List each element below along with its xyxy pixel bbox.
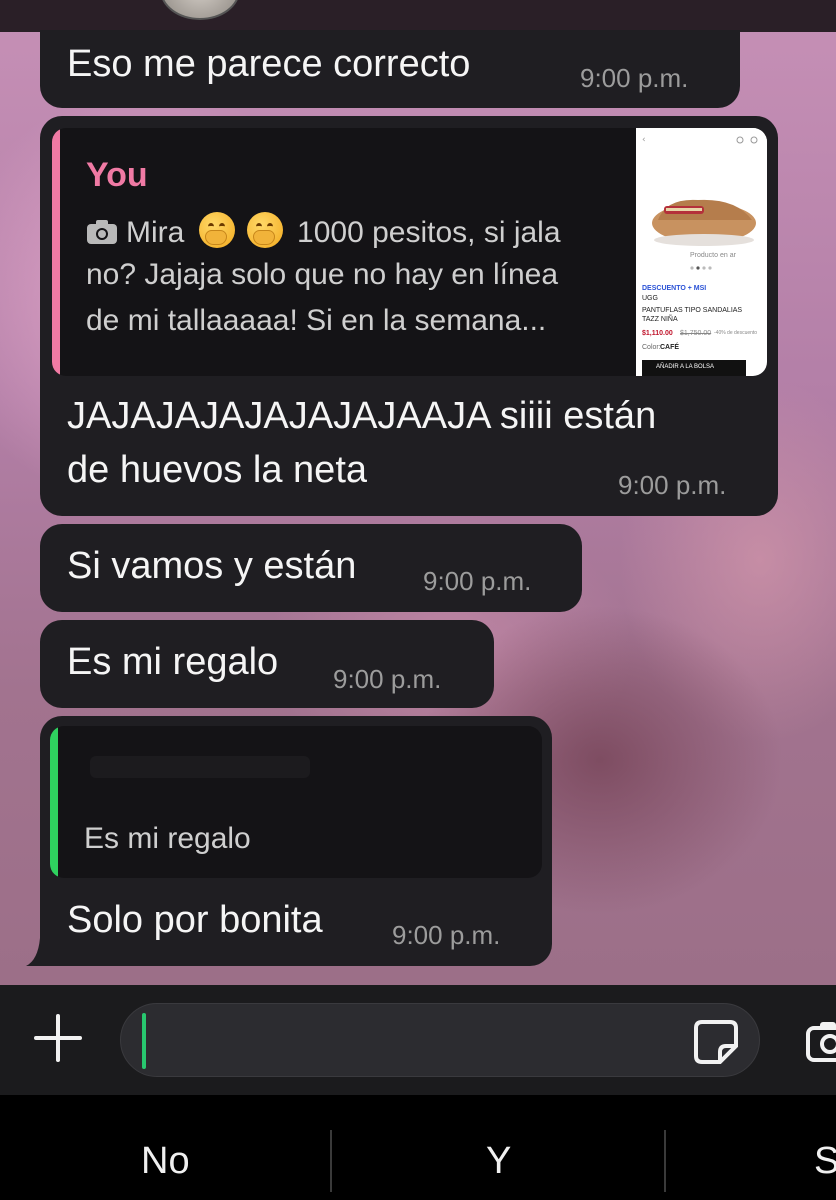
- suggestion-divider: [664, 1130, 666, 1192]
- product-badge: DESCUENTO + MSI: [642, 285, 707, 292]
- message-bubble[interactable]: Eso me parece correcto 9:00 p.m.: [40, 30, 740, 108]
- message-bubble[interactable]: Es mi regalo Solo por bonita 9:00 p.m.: [40, 716, 552, 966]
- text-cursor: [142, 1013, 146, 1069]
- message-bubble[interactable]: You Mira 1000 pesitos, si jala no? Jajaj…: [40, 116, 778, 516]
- message-timestamp: 9:00 p.m.: [580, 63, 689, 93]
- plus-icon[interactable]: [30, 1010, 86, 1066]
- suggestion-s[interactable]: S: [814, 1140, 836, 1183]
- hand-over-mouth-emoji: [246, 212, 283, 248]
- message-text: Solo por bonita: [67, 899, 323, 941]
- message-bubble[interactable]: Es mi regalo 9:00 p.m.: [40, 620, 494, 708]
- product-color-label: Color:: [642, 344, 661, 351]
- add-to-bag-label: AÑADIR A LA BOLSA: [656, 364, 715, 370]
- message-text: Es mi regalo: [67, 641, 279, 683]
- keyboard-suggestion-bar: [0, 1095, 836, 1200]
- message-text: Si vamos y están: [67, 545, 357, 587]
- product-old-price: $1,750.00: [680, 330, 712, 337]
- product-discount: -40% de descuento: [714, 330, 758, 336]
- hand-over-mouth-emoji: [198, 212, 235, 248]
- svg-text:‹: ‹: [642, 135, 646, 145]
- message-bubble[interactable]: Si vamos y están 9:00 p.m.: [40, 524, 582, 612]
- quote-text: de mi tallaaaaa! Si en la semana...: [86, 304, 547, 337]
- product-color: CAFÉ: [660, 344, 680, 351]
- quote-text: 1000 pesitos, si jala: [297, 216, 561, 249]
- sticker-icon[interactable]: [692, 1018, 740, 1066]
- camera-icon: [86, 219, 118, 253]
- quote-text: Mira: [126, 216, 185, 249]
- message-timestamp: 9:00 p.m.: [333, 664, 442, 694]
- quote-accent-bar: [50, 726, 58, 878]
- quote-line: Mira 1000 pesitos, si jala: [86, 212, 561, 253]
- quote-accent-bar: [52, 128, 60, 376]
- product-thumbnail[interactable]: ‹ Producto en ar DESCUENTO + MSI UGG PAN…: [636, 128, 767, 376]
- product-label: Producto en ar: [690, 252, 736, 259]
- message-timestamp: 9:00 p.m.: [423, 566, 532, 596]
- redacted-author: [90, 756, 310, 778]
- quoted-message[interactable]: You Mira 1000 pesitos, si jala no? Jajaj…: [52, 128, 767, 376]
- suggestion-y[interactable]: Y: [486, 1140, 511, 1183]
- message-timestamp: 9:00 p.m.: [392, 920, 501, 950]
- message-text: Eso me parece correcto: [67, 43, 471, 85]
- product-brand: UGG: [642, 295, 658, 302]
- quote-text: Es mi regalo: [84, 822, 251, 855]
- add-to-bag-button[interactable]: AÑADIR A LA BOLSA: [642, 360, 746, 376]
- message-text: JAJAJAJAJAJAJAJAAJA siiii están: [67, 395, 657, 437]
- product-title: PANTUFLAS TIPO SANDALIAS TAZZ NIÑA: [642, 307, 743, 323]
- chat-header: [0, 0, 836, 32]
- suggestion-no[interactable]: No: [141, 1140, 190, 1183]
- quote-author: You: [86, 156, 148, 194]
- suggestion-divider: [330, 1130, 332, 1192]
- message-timestamp: 9:00 p.m.: [618, 470, 727, 500]
- message-text: de huevos la neta: [67, 449, 368, 491]
- camera-icon[interactable]: [806, 1018, 836, 1066]
- quote-text: no? Jajaja solo que no hay en línea: [86, 258, 559, 291]
- message-input[interactable]: [120, 1003, 760, 1077]
- quoted-message[interactable]: Es mi regalo: [50, 726, 542, 878]
- product-price: $1,110.00: [642, 330, 673, 337]
